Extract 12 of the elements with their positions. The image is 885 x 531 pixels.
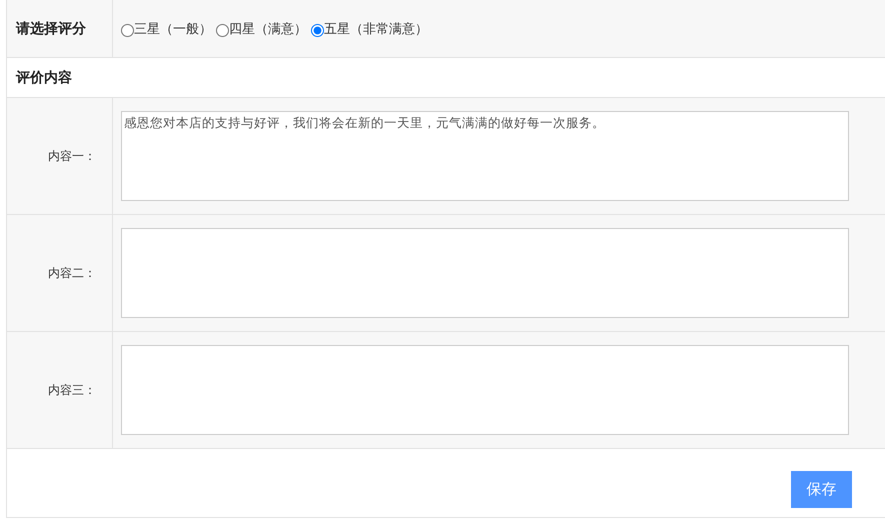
- content-textarea[interactable]: 感恩您对本店的支持与好评，我们将会在新的一天里，元气满满的做好每一次服务。: [121, 111, 849, 201]
- option-label[interactable]: 五星（非常满意）: [324, 20, 428, 38]
- radio-button[interactable]: [121, 24, 134, 37]
- option-label[interactable]: 四星（满意）: [229, 20, 307, 38]
- field-label: 内容二：: [47, 264, 97, 282]
- rating-label: 请选择评分: [14, 20, 86, 38]
- option-label[interactable]: 三星（一般）: [134, 20, 212, 38]
- section-title: 评价内容: [16, 68, 72, 86]
- field-label: 内容一：: [47, 148, 97, 164]
- radio-button[interactable]: [216, 24, 229, 37]
- radio-button[interactable]: [311, 24, 324, 37]
- field-label: 内容三：: [47, 382, 97, 398]
